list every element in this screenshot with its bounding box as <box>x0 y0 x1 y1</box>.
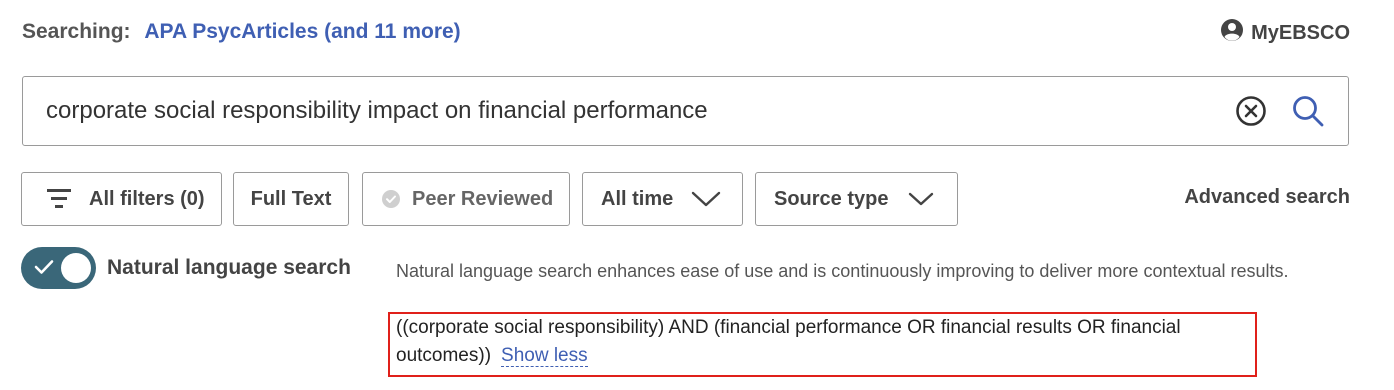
chevron-down-icon <box>908 191 934 207</box>
check-icon <box>34 259 54 280</box>
full-text-button[interactable]: Full Text <box>233 172 349 226</box>
user-circle-icon <box>1220 18 1244 48</box>
clear-circle-icon[interactable] <box>1234 94 1268 128</box>
all-filters-button[interactable]: All filters (0) <box>21 172 222 226</box>
verified-badge-icon <box>381 189 401 209</box>
peer-reviewed-button[interactable]: Peer Reviewed <box>362 172 570 226</box>
peer-reviewed-label: Peer Reviewed <box>412 187 554 210</box>
natural-language-description: Natural language search enhances ease of… <box>396 261 1289 281</box>
all-time-dropdown[interactable]: All time <box>582 172 743 226</box>
source-type-label: Source type <box>774 187 889 210</box>
all-filters-label: All filters (0) <box>89 187 205 210</box>
myebsco-button[interactable]: MyEBSCO <box>1220 18 1350 48</box>
search-box <box>22 76 1349 146</box>
translated-query: ((corporate social responsibility) AND (… <box>396 314 1254 370</box>
show-less-link[interactable]: Show less <box>501 345 588 367</box>
search-input[interactable] <box>23 77 1234 145</box>
database-link[interactable]: APA PsycArticles (and 11 more) <box>144 20 460 43</box>
all-time-label: All time <box>601 187 674 210</box>
source-type-dropdown[interactable]: Source type <box>755 172 958 226</box>
toggle-knob <box>61 253 91 283</box>
natural-language-label: Natural language search <box>107 256 351 279</box>
myebsco-label: MyEBSCO <box>1251 21 1350 44</box>
search-icon[interactable] <box>1290 93 1326 129</box>
searching-label: Searching: <box>22 20 131 43</box>
searching-line: Searching: APA PsycArticles (and 11 more… <box>22 20 461 44</box>
filter-icon <box>47 188 71 210</box>
chevron-down-icon <box>691 190 721 208</box>
natural-language-toggle[interactable] <box>21 247 96 289</box>
full-text-label: Full Text <box>250 187 332 210</box>
advanced-search-link[interactable]: Advanced search <box>1184 186 1350 209</box>
